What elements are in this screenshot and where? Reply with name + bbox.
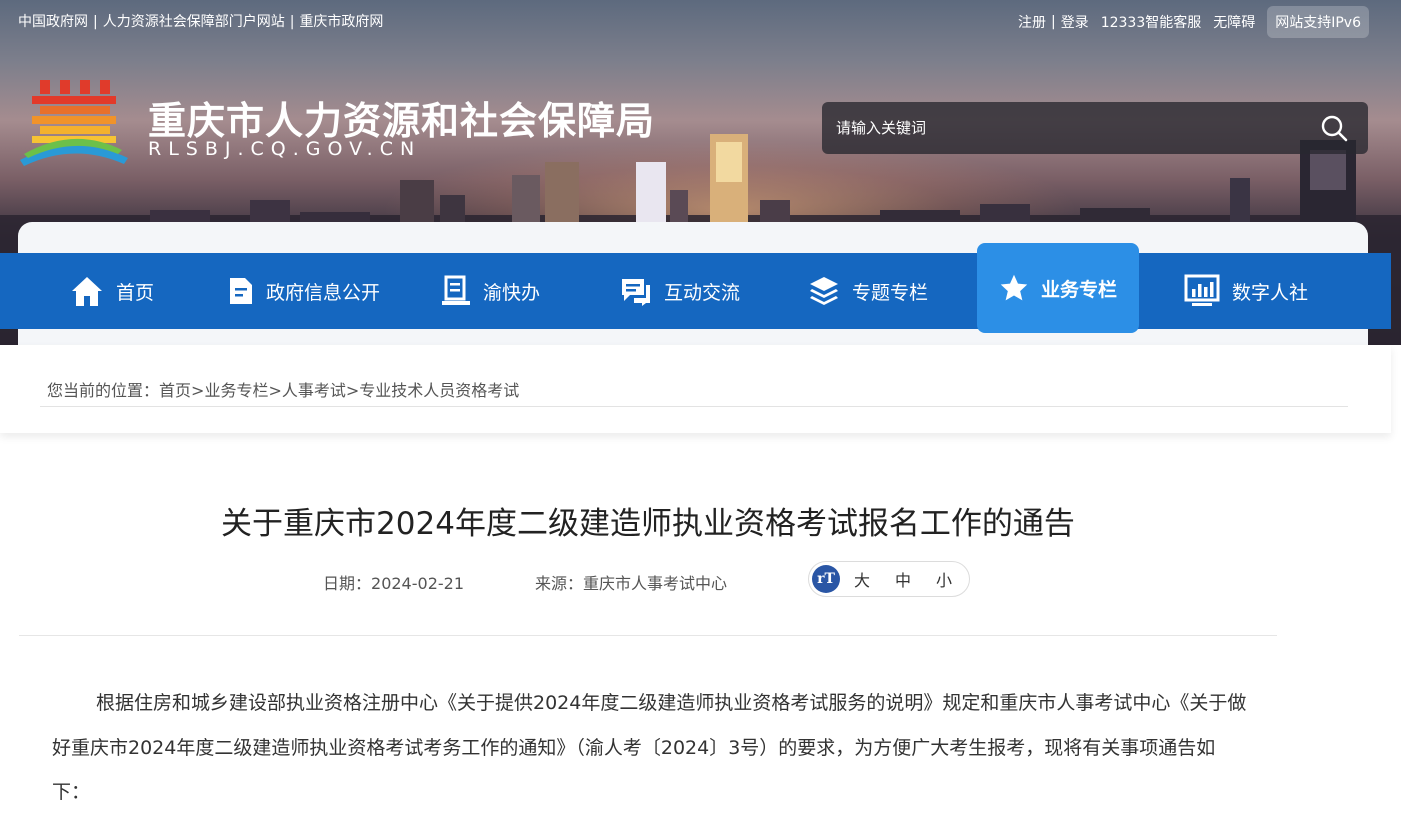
chat-icon [622, 279, 650, 306]
date-value: 2024-02-21 [371, 574, 464, 593]
font-size-medium[interactable]: 中 [895, 567, 911, 591]
monitor-chart-icon [1184, 274, 1220, 306]
main-nav: 首页 政府信息公开 渝快办 互动交流 专题专栏 业务专栏 数字人社 [0, 243, 1391, 333]
article-title: 关于重庆市2024年度二级建造师执业资格考试报名工作的通告 [221, 506, 1075, 542]
nav-label-gov-info: 政府信息公开 [266, 281, 381, 304]
breadcrumb-card: 您当前的位置：首页>业务专栏>人事考试>专业技术人员资格考试 [0, 345, 1391, 433]
source-label: 来源： [535, 574, 584, 593]
article-paragraph: 根据住房和城乡建设部执业资格注册中心《关于提供2024年度二级建造师执业资格考试… [52, 692, 1247, 803]
nav-item-interaction[interactable]: 互动交流 [620, 253, 740, 329]
site-domain: RLSBJ.CQ.GOV.CN [148, 138, 422, 160]
font-size-small[interactable]: 小 [936, 567, 952, 591]
search-box [822, 102, 1368, 154]
search-icon[interactable] [1320, 114, 1348, 142]
breadcrumb-personnel-exam[interactable]: 人事考试 [282, 381, 346, 400]
top-links: 中国政府网 | 人力资源社会保障部门户网站 | 重庆市政府网 [18, 14, 384, 30]
nav-label-business: 业务专栏 [1040, 278, 1117, 301]
nav-item-home[interactable]: 首页 [70, 253, 154, 329]
breadcrumb: 您当前的位置：首页>业务专栏>人事考试>专业技术人员资格考试 [47, 381, 520, 400]
accessibility-link[interactable]: 无障碍 [1213, 12, 1255, 32]
bureau-logo-icon[interactable] [18, 80, 130, 166]
date-label: 日期： [323, 574, 372, 593]
home-icon [72, 277, 102, 306]
nav-label-interaction: 互动交流 [664, 281, 741, 304]
nav-label-yukuaiban: 渝快办 [483, 281, 541, 304]
document-icon [230, 278, 252, 304]
desk-icon [442, 275, 470, 305]
font-size-icon: rT [812, 565, 840, 593]
link-cq-gov[interactable]: 重庆市政府网 [299, 14, 383, 30]
breadcrumb-prefix: 您当前的位置： [47, 381, 160, 400]
article-divider [19, 635, 1277, 636]
layers-icon [810, 277, 838, 305]
breadcrumb-business[interactable]: 业务专栏 [204, 381, 268, 400]
nav-item-yukuaiban[interactable]: 渝快办 [441, 253, 540, 329]
nav-item-gov-info[interactable]: 政府信息公开 [228, 253, 380, 329]
search-input[interactable] [836, 114, 1296, 142]
article-source: 来源：重庆市人事考试中心 [535, 570, 727, 594]
nav-item-special-topics[interactable]: 专题专栏 [808, 253, 928, 329]
nav-item-digital[interactable]: 数字人社 [1184, 253, 1308, 329]
nav-label-home: 首页 [116, 281, 155, 304]
site-title[interactable]: 重庆市人力资源和社会保障局 [148, 90, 655, 145]
register-link[interactable]: 注册 [1018, 12, 1046, 32]
breadcrumb-home[interactable]: 首页 [159, 381, 191, 400]
breadcrumb-professional-exam[interactable]: 专业技术人员资格考试 [359, 381, 519, 400]
login-link[interactable]: 登录 [1061, 12, 1089, 32]
breadcrumb-divider [40, 406, 1348, 407]
source-value: 重庆市人事考试中心 [583, 574, 728, 593]
link-mohrss[interactable]: 人力资源社会保障部门户网站 [103, 14, 285, 30]
link-gov-cn[interactable]: 中国政府网 [18, 14, 88, 30]
nav-label-special-topics: 专题专栏 [852, 281, 929, 304]
nav-label-digital: 数字人社 [1232, 281, 1309, 304]
ipv6-badge: 网站支持IPv6 [1267, 6, 1369, 38]
article-body: 根据住房和城乡建设部执业资格注册中心《关于提供2024年度二级建造师执业资格考试… [52, 681, 1252, 815]
star-icon [1000, 274, 1028, 301]
font-size-large[interactable]: 大 [854, 567, 870, 591]
font-size-switcher: rT 大 中 小 [808, 561, 970, 597]
hotline-link[interactable]: 12333智能客服 [1101, 12, 1202, 32]
nav-item-business[interactable]: 业务专栏 [977, 243, 1139, 333]
top-right-links: 注册 | 登录 12333智能客服 无障碍 网站支持IPv6 [1018, 6, 1369, 38]
article-date: 日期：2024-02-21 [323, 570, 464, 594]
